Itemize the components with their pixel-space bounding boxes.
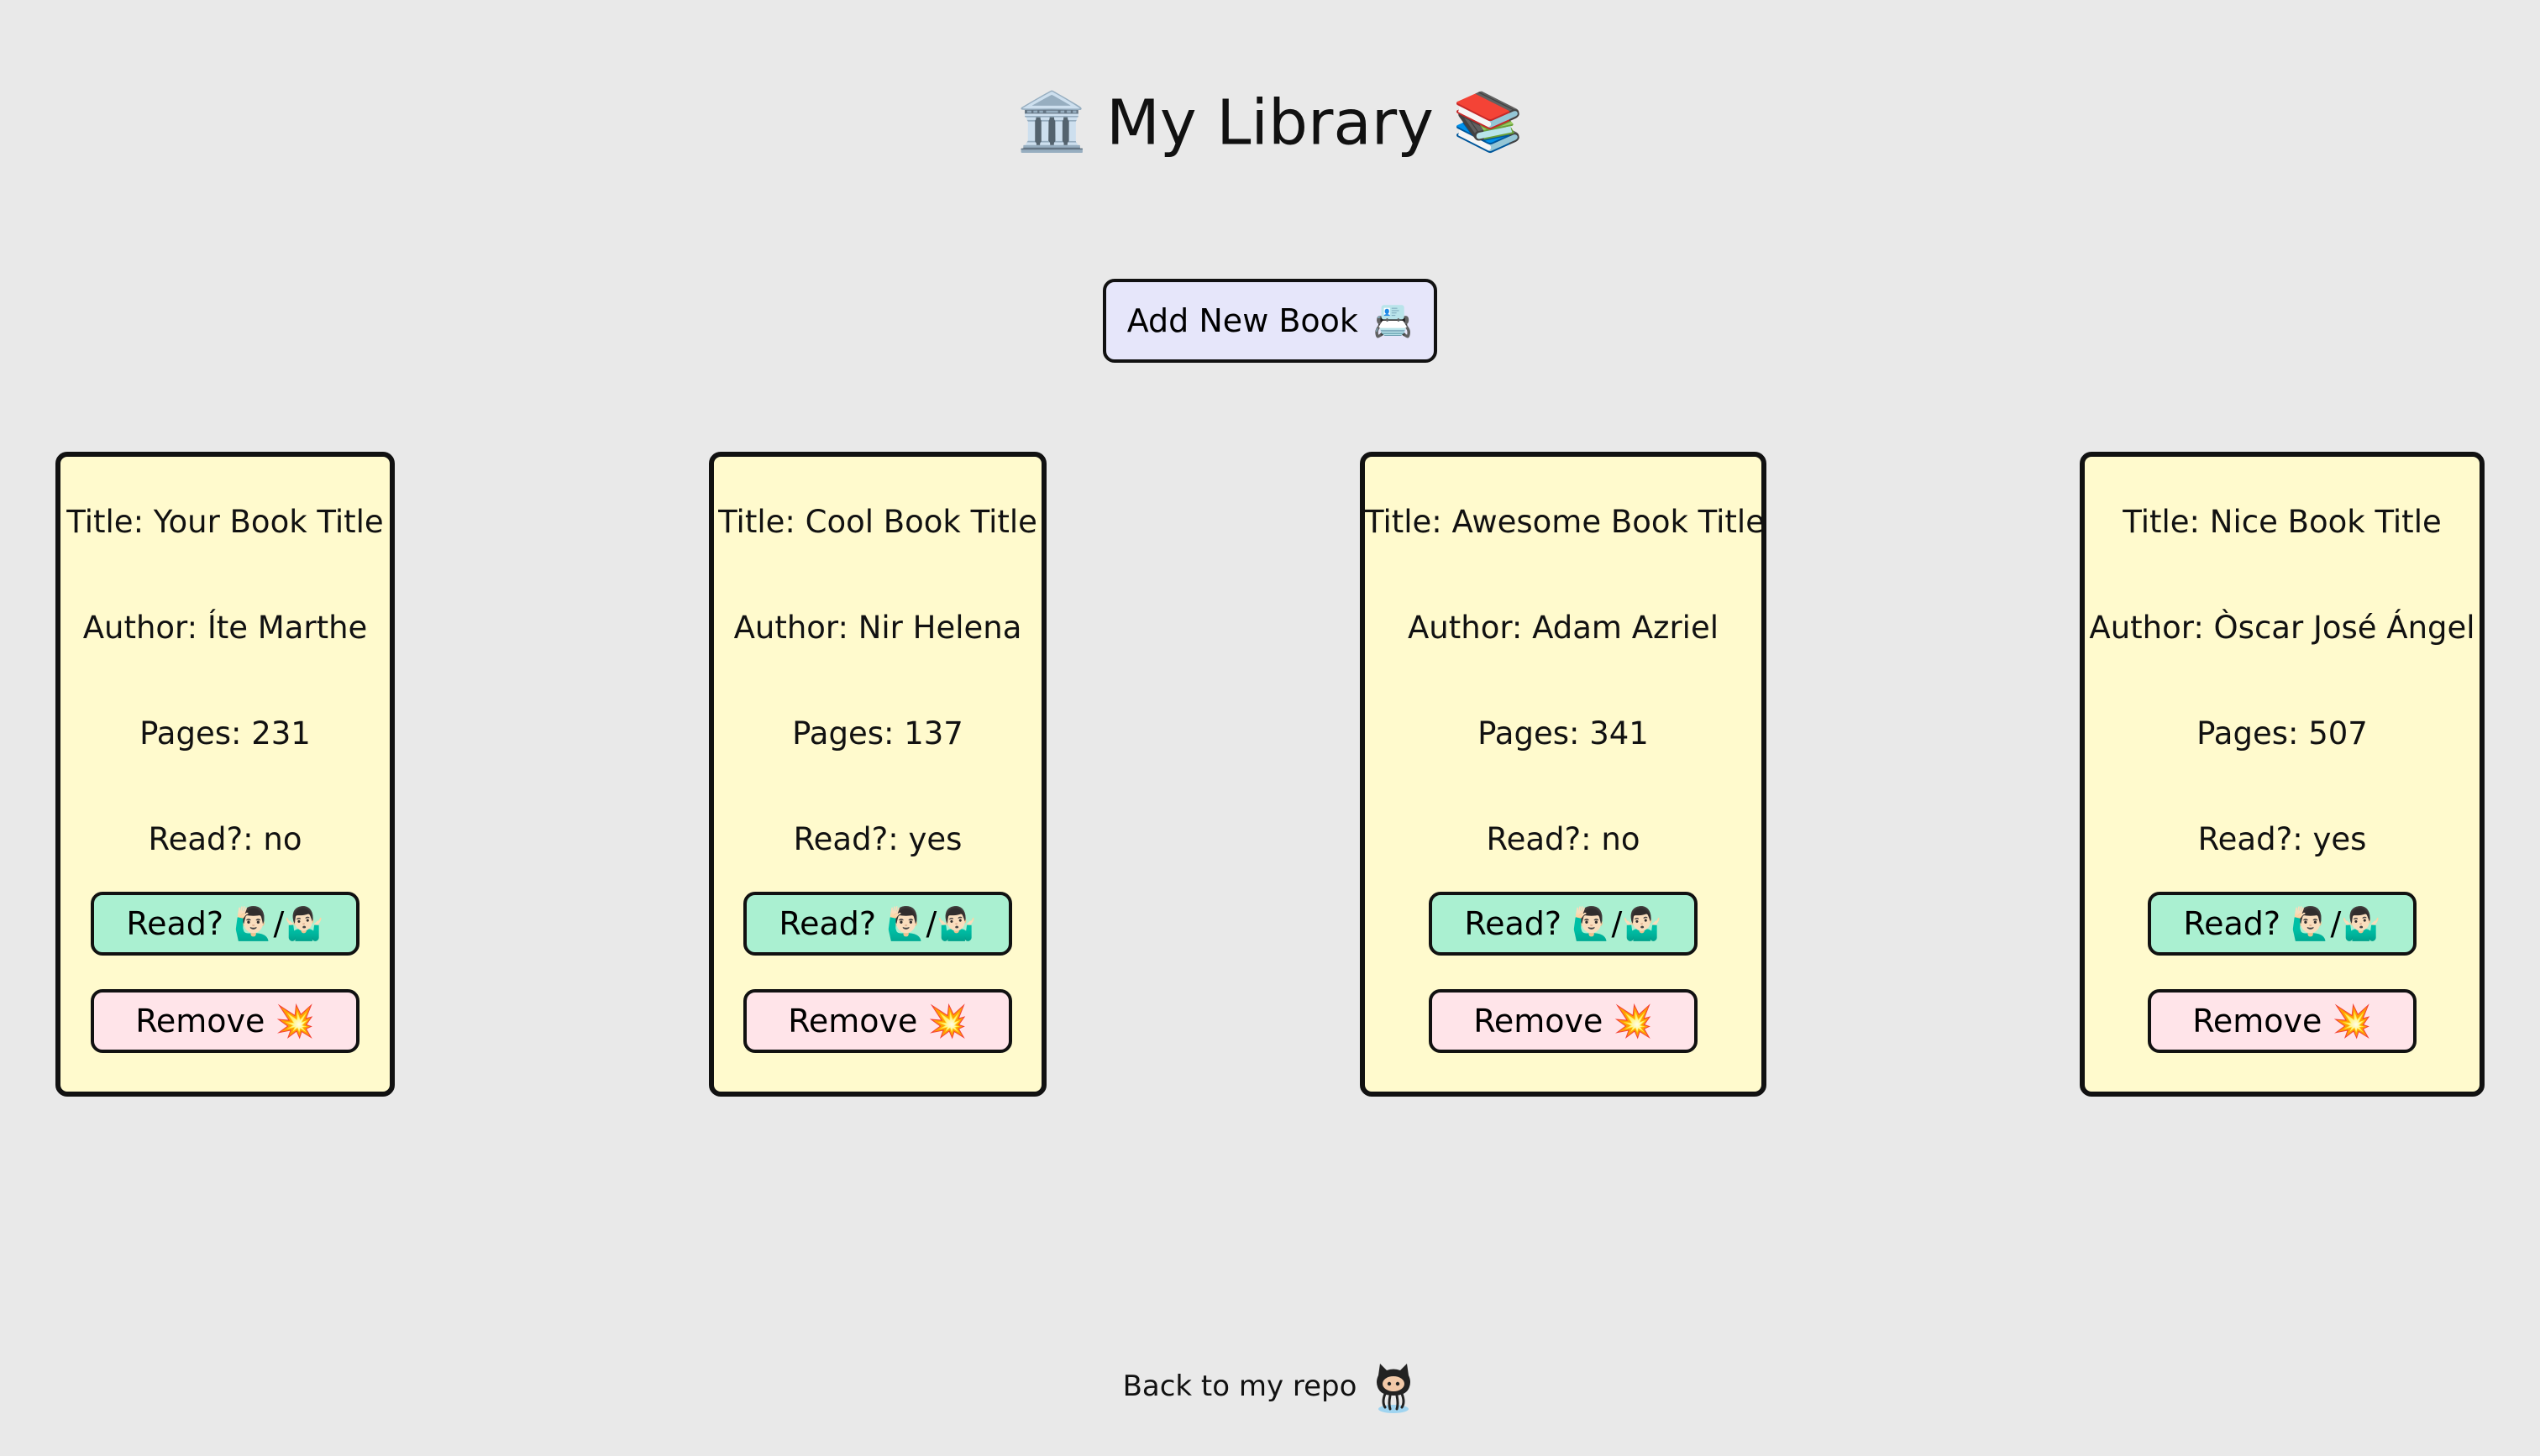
footer: Back to my repo [0, 1359, 2540, 1414]
page-title: My Library [1106, 86, 1434, 160]
book-card: Title: Awesome Book Title Author: Adam A… [1360, 452, 1766, 1097]
book-card: Title: Your Book Title Author: Íte Marth… [55, 452, 395, 1097]
book-title: Title: Cool Book Title [718, 504, 1037, 540]
classical-building-icon: 🏛️ [1016, 89, 1089, 156]
toggle-read-button[interactable]: Read? 🙋🏻‍♂️/🤷🏻‍♂️ [91, 892, 359, 956]
book-pages: Pages: 341 [1477, 715, 1649, 752]
book-title: Title: Awesome Book Title [1365, 504, 1765, 540]
toggle-read-button[interactable]: Read? 🙋🏻‍♂️/🤷🏻‍♂️ [1429, 892, 1698, 956]
card-index-icon: 📇 [1372, 301, 1414, 339]
book-author: Author: Òscar José Ángel [2089, 610, 2475, 646]
toggle-read-button[interactable]: Read? 🙋🏻‍♂️/🤷🏻‍♂️ [743, 892, 1012, 956]
book-read-status: Read?: no [1486, 821, 1640, 857]
toggle-read-button[interactable]: Read? 🙋🏻‍♂️/🤷🏻‍♂️ [2148, 892, 2417, 956]
remove-book-button[interactable]: Remove 💥 [743, 989, 1012, 1053]
book-pages: Pages: 137 [792, 715, 963, 752]
book-author: Author: Adam Azriel [1407, 610, 1719, 646]
add-new-book-button[interactable]: Add New Book 📇 [1103, 279, 1437, 363]
book-title: Title: Your Book Title [66, 504, 384, 540]
back-to-repo-link[interactable]: Back to my repo [1123, 1370, 1357, 1403]
book-read-status: Read?: no [148, 821, 302, 857]
add-new-book-label: Add New Book [1126, 302, 1358, 339]
books-icon: 📚 [1451, 89, 1524, 156]
book-author: Author: Nir Helena [733, 610, 1022, 646]
page-header: 🏛️ My Library 📚 [0, 77, 2540, 165]
remove-book-button[interactable]: Remove 💥 [2148, 989, 2417, 1053]
book-pages: Pages: 507 [2196, 715, 2368, 752]
remove-book-button[interactable]: Remove 💥 [1429, 989, 1698, 1053]
book-read-status: Read?: yes [2197, 821, 2367, 857]
book-author: Author: Íte Marthe [82, 610, 368, 646]
book-card: Title: Nice Book Title Author: Òscar Jos… [2080, 452, 2485, 1097]
book-read-status: Read?: yes [793, 821, 963, 857]
remove-book-button[interactable]: Remove 💥 [91, 989, 359, 1053]
github-octocat-icon[interactable] [1370, 1359, 1417, 1414]
book-title: Title: Nice Book Title [2123, 504, 2442, 540]
book-pages: Pages: 231 [139, 715, 311, 752]
book-card: Title: Cool Book Title Author: Nir Helen… [709, 452, 1047, 1097]
